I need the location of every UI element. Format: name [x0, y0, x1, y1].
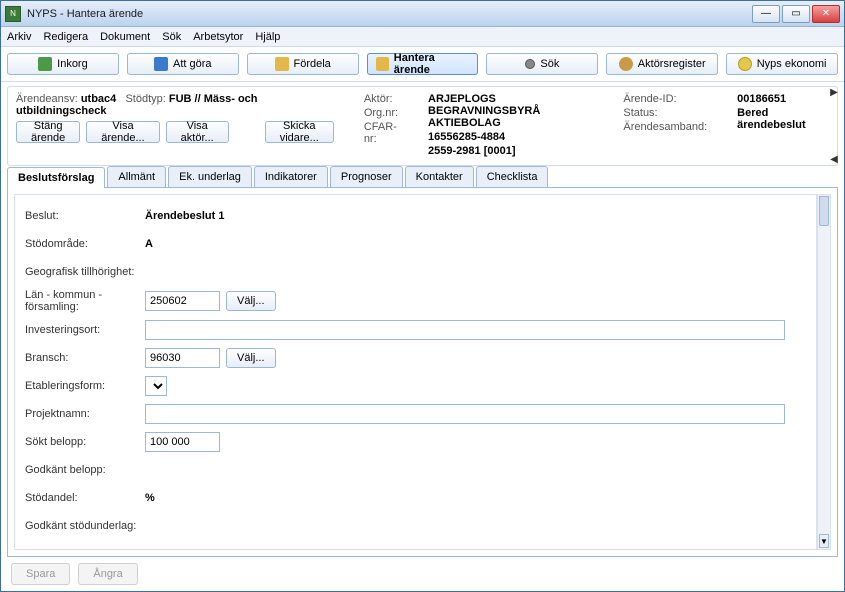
undo-button[interactable]: Ångra: [78, 563, 137, 585]
samband-label: Ärendesamband:: [623, 121, 707, 133]
investeringsort-input[interactable]: [145, 320, 785, 340]
menu-arkiv[interactable]: Arkiv: [7, 31, 31, 43]
stodomrade-label: Stödområde:: [25, 238, 145, 250]
godkant-belopp-label: Godkänt belopp:: [25, 464, 145, 476]
stodandel-value: %: [145, 492, 155, 504]
search-icon: [525, 59, 535, 69]
arendeid-value: 00186651: [737, 93, 829, 105]
tab-prognoser[interactable]: Prognoser: [330, 166, 403, 187]
vertical-scrollbar[interactable]: ▲ ▼: [817, 194, 831, 550]
tab-checklista[interactable]: Checklista: [476, 166, 549, 187]
sokt-belopp-label: Sökt belopp:: [25, 436, 145, 448]
distribute-icon: [275, 57, 289, 71]
inbox-icon: [38, 57, 52, 71]
toolbar-aktorsregister[interactable]: Aktörsregister: [606, 53, 718, 75]
aktor-label: Aktör:: [364, 93, 398, 105]
menu-hjalp[interactable]: Hjälp: [255, 31, 280, 43]
menu-sok[interactable]: Sök: [162, 31, 181, 43]
toolbar-sok[interactable]: Sök: [486, 53, 598, 75]
view-case-button[interactable]: Visa ärende...: [86, 121, 159, 143]
lan-valj-button[interactable]: Välj...: [226, 291, 276, 311]
beslut-label: Beslut:: [25, 210, 145, 222]
minimize-button[interactable]: —: [752, 5, 780, 23]
form-panel: Beslut:Ärendebeslut 1 Stödområde:A Geogr…: [7, 188, 838, 557]
arendeansv-label: Ärendeansv:: [16, 93, 78, 105]
view-actor-button[interactable]: Visa aktör...: [166, 121, 229, 143]
menu-dokument[interactable]: Dokument: [100, 31, 150, 43]
menu-redigera[interactable]: Redigera: [43, 31, 88, 43]
beslutsdatum-label: Beslutsdatum:: [25, 548, 145, 550]
projektnamn-input[interactable]: [145, 404, 785, 424]
status-label: Status:: [623, 107, 707, 119]
bransch-valj-button[interactable]: Välj...: [226, 348, 276, 368]
close-button[interactable]: ✕: [812, 5, 840, 23]
title-bar: N NYPS - Hantera ärende — ▭ ✕: [1, 1, 844, 27]
stodandel-label: Stödandel:: [25, 492, 145, 504]
status-value: Bered ärendebeslut: [737, 107, 829, 131]
forward-button[interactable]: Skicka vidare...: [265, 121, 334, 143]
toolbar-inkorg[interactable]: Inkorg: [7, 53, 119, 75]
tab-allmant[interactable]: Allmänt: [107, 166, 166, 187]
tab-ek-underlag[interactable]: Ek. underlag: [168, 166, 252, 187]
scroll-thumb[interactable]: [819, 196, 829, 226]
form-scroll-area: Beslut:Ärendebeslut 1 Stödområde:A Geogr…: [14, 194, 817, 550]
geografisk-label: Geografisk tillhörighet:: [25, 266, 225, 278]
arendeansv-value: utbac4: [81, 93, 116, 105]
etableringsform-select[interactable]: [145, 376, 167, 396]
cfar-value: 2559-2981 [0001]: [428, 145, 593, 157]
triangle-right-icon: ▶: [830, 87, 838, 98]
actor-registry-icon: [619, 57, 633, 71]
stodtyp-label: Stödtyp:: [125, 93, 165, 105]
window-title: NYPS - Hantera ärende: [27, 8, 752, 20]
main-toolbar: Inkorg Att göra Fördela Hantera ärende S…: [1, 47, 844, 82]
godkant-stodunderlag-label: Godkänt stödunderlag:: [25, 520, 225, 532]
bransch-label: Bransch:: [25, 352, 145, 364]
case-header: Ärendeansv: utbac4 Stödtyp: FUB // Mäss-…: [7, 86, 838, 166]
projektnamn-label: Projektnamn:: [25, 408, 145, 420]
footer-buttons: Spara Ångra: [1, 557, 844, 591]
toolbar-att-gora[interactable]: Att göra: [127, 53, 239, 75]
tab-strip: Beslutsförslag Allmänt Ek. underlag Indi…: [7, 166, 838, 188]
menu-arbetsytor[interactable]: Arbetsytor: [193, 31, 243, 43]
tab-indikatorer[interactable]: Indikatorer: [254, 166, 328, 187]
toolbar-hantera-arende[interactable]: Hantera ärende: [367, 53, 479, 75]
cfar-label: CFAR-nr:: [364, 121, 398, 145]
economy-icon: [738, 57, 752, 71]
sokt-belopp-input[interactable]: [145, 432, 220, 452]
orgnr-value: 16556285-4884: [428, 131, 593, 143]
lan-input[interactable]: [145, 291, 220, 311]
app-icon: N: [5, 6, 21, 22]
save-button[interactable]: Spara: [11, 563, 70, 585]
arendeid-label: Ärende-ID:: [623, 93, 707, 105]
toolbar-fordela[interactable]: Fördela: [247, 53, 359, 75]
triangle-left-icon: ◀: [830, 154, 838, 165]
tab-beslutsforslag[interactable]: Beslutsförslag: [7, 167, 105, 188]
toolbar-nyps-ekonomi[interactable]: Nyps ekonomi: [726, 53, 838, 75]
tab-kontakter[interactable]: Kontakter: [405, 166, 474, 187]
maximize-button[interactable]: ▭: [782, 5, 810, 23]
close-case-button[interactable]: Stäng ärende: [16, 121, 80, 143]
investeringsort-label: Investeringsort:: [25, 324, 145, 336]
orgnr-label: Org.nr:: [364, 107, 398, 119]
lan-label: Län - kommun - församling:: [25, 289, 145, 313]
scroll-down-icon[interactable]: ▼: [819, 534, 829, 548]
todo-icon: [154, 57, 168, 71]
etableringsform-label: Etableringsform:: [25, 380, 145, 392]
menu-bar: Arkiv Redigera Dokument Sök Arbetsytor H…: [1, 27, 844, 47]
section-scroll-arrows[interactable]: ▶ ◀: [828, 87, 840, 165]
stodomrade-value: A: [145, 238, 153, 250]
aktor-value: ARJEPLOGS BEGRAVNINGSBYRÅ AKTIEBOLAG: [428, 93, 593, 129]
case-icon: [376, 57, 389, 71]
beslut-value: Ärendebeslut 1: [145, 210, 224, 222]
bransch-input[interactable]: [145, 348, 220, 368]
